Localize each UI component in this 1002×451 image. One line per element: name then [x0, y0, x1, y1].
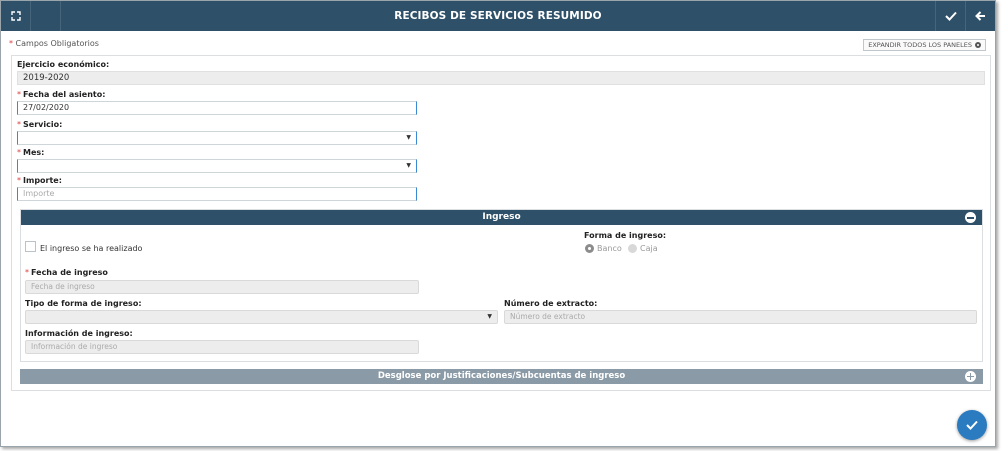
ejercicio-label: Ejercicio económico: [17, 60, 110, 69]
ingreso-realizado-label: El ingreso se ha realizado [40, 244, 143, 253]
required-star: * [9, 39, 13, 48]
ingreso-realizado-checkbox[interactable] [25, 241, 36, 252]
desglose-panel-title: Desglose por Justificaciones/Subcuentas … [377, 371, 626, 381]
required-star: * [17, 120, 21, 129]
banco-radio-label: Banco [597, 244, 622, 253]
info-ingreso-label: Información de ingreso: [25, 329, 133, 338]
forma-ingreso-label: Forma de ingreso: [584, 231, 667, 240]
check-icon [966, 420, 978, 430]
dropdown-caret-icon: ▼ [406, 162, 411, 169]
app-window: RECIBOS DE SERVICIOS RESUMIDO * Campos O… [0, 0, 996, 447]
fecha-ingreso-input[interactable]: Fecha de ingreso [25, 280, 419, 294]
fecha-asiento-label: * Fecha del asiento: [17, 90, 106, 99]
page-title: RECIBOS DE SERVICIOS RESUMIDO [394, 10, 602, 22]
expand-all-panels-button[interactable]: EXPANDIR TODOS LOS PANELES [863, 39, 986, 51]
ingreso-panel-title: Ingreso [482, 212, 521, 222]
info-ingreso-input[interactable]: Información de ingreso [25, 340, 419, 354]
importe-label: * Importe: [17, 176, 62, 185]
save-button[interactable] [935, 1, 965, 31]
numero-extracto-input[interactable]: Número de extracto [504, 310, 977, 324]
top-bar: RECIBOS DE SERVICIOS RESUMIDO [1, 1, 995, 31]
mes-select[interactable]: ▼ [17, 159, 417, 173]
required-star: * [25, 268, 29, 277]
mes-label: * Mes: [17, 148, 45, 157]
required-star: * [17, 176, 21, 185]
fecha-asiento-input[interactable]: 27/02/2020 [17, 101, 417, 115]
desglose-panel-header[interactable]: Desglose por Justificaciones/Subcuentas … [20, 369, 983, 384]
expand-icon[interactable] [965, 371, 976, 382]
expand-all-label: EXPANDIR TODOS LOS PANELES [868, 41, 972, 49]
required-star: * [17, 90, 21, 99]
back-button[interactable] [965, 1, 995, 31]
required-fields-note: * Campos Obligatorios [9, 39, 99, 48]
ejercicio-field: 2019-2020 [17, 71, 985, 85]
gear-icon [975, 42, 981, 48]
numero-extracto-label: Número de extracto: [504, 299, 598, 308]
collapse-icon[interactable] [965, 212, 976, 223]
caja-radio-label: Caja [640, 244, 658, 253]
required-note-text: Campos Obligatorios [15, 39, 99, 48]
required-star: * [17, 148, 21, 157]
fecha-ingreso-label: * Fecha de ingreso [25, 268, 108, 277]
check-icon [944, 11, 957, 21]
confirm-fab-button[interactable] [957, 410, 987, 440]
banco-radio[interactable] [585, 244, 594, 253]
dropdown-caret-icon: ▼ [487, 313, 492, 320]
servicio-label: * Servicio: [17, 120, 63, 129]
dropdown-caret-icon: ▼ [406, 134, 411, 141]
caja-radio[interactable] [628, 244, 637, 253]
tipo-forma-ingreso-label: Tipo de forma de ingreso: [25, 299, 142, 308]
servicio-select[interactable]: ▼ [17, 131, 417, 145]
ingreso-panel-header[interactable]: Ingreso [21, 210, 982, 225]
arrow-left-icon [975, 11, 985, 21]
importe-input[interactable]: Importe [17, 187, 417, 201]
tipo-forma-ingreso-select[interactable]: ▼ [25, 310, 498, 324]
